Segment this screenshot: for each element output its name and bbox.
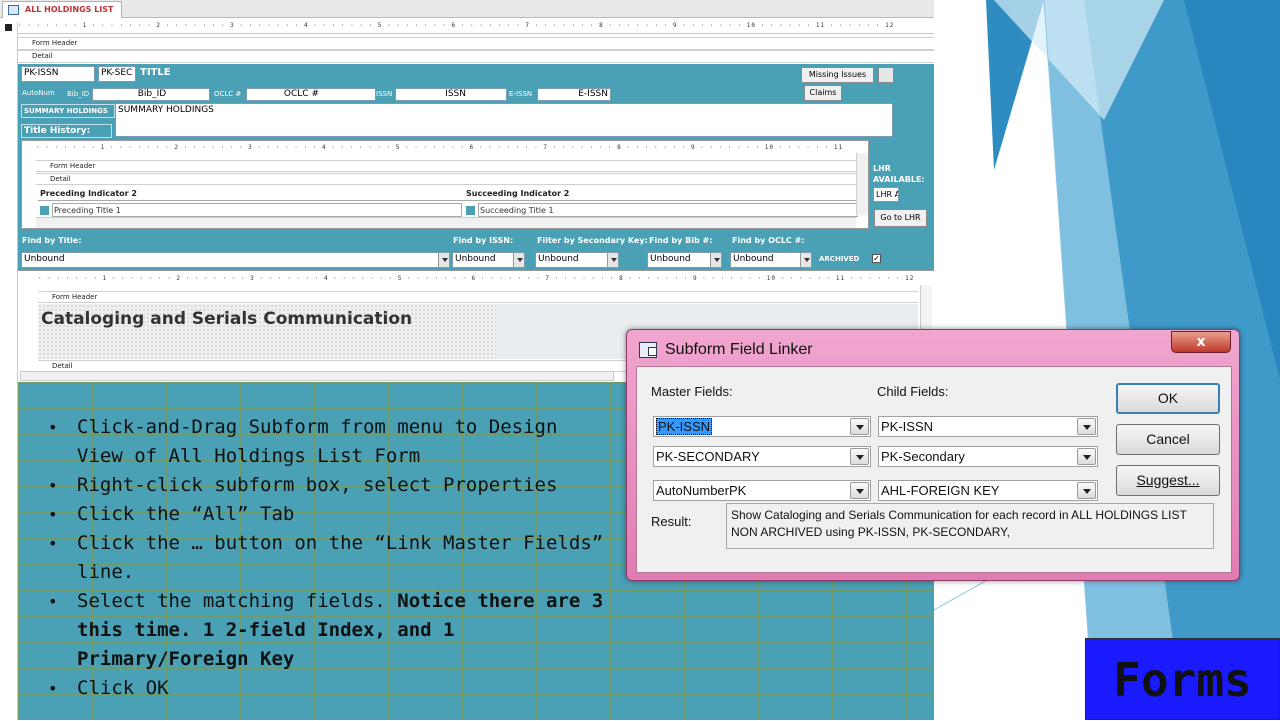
tab-all-holdings-list[interactable]: ALL HOLDINGS LIST <box>2 1 123 18</box>
oclc-field[interactable]: OCLC # <box>246 88 376 101</box>
summary-holdings-label: SUMMARY HOLDINGS <box>21 104 115 118</box>
oclc-label: OCLC # <box>214 90 242 98</box>
claims-button[interactable]: Claims <box>804 85 842 101</box>
master-field-1-combo[interactable]: PK-ISSN <box>653 416 871 437</box>
dialog-body: Master Fields: Child Fields: PK-ISSN PK-… <box>636 366 1232 573</box>
find-by-title-label: Find by Title: <box>22 236 82 245</box>
go-to-lhr-button[interactable]: Go to LHR <box>874 209 927 227</box>
list-item: Click-and-Drag Subform from menu to Desi… <box>48 413 608 471</box>
result-label: Result: <box>651 514 692 529</box>
subform-vertical-scrollbar[interactable] <box>856 153 868 215</box>
dialog-title: Subform Field Linker <box>665 341 813 358</box>
archived-label: ARCHIVED <box>819 255 860 263</box>
form-selector[interactable] <box>5 24 12 31</box>
find-by-title-combo[interactable]: Unbound <box>21 252 450 268</box>
pk-issn-field[interactable]: PK-ISSN <box>21 66 95 82</box>
find-by-bib-label: Find by Bib #: <box>649 236 713 245</box>
horizontal-ruler: · · · · · · · 1 · · · · · · · 2 · · · · … <box>18 22 934 34</box>
list-item: Right-click subform box, select Properti… <box>48 471 608 500</box>
subform-section-header: Form Header <box>36 160 856 172</box>
list-item: Select the matching fields. Notice there… <box>48 587 608 674</box>
chevron-down-icon[interactable] <box>1077 482 1096 499</box>
archived-checkbox[interactable]: ✓ <box>872 254 881 263</box>
chevron-down-icon[interactable] <box>513 253 524 267</box>
missing-issues-button[interactable]: Missing Issues <box>801 67 874 83</box>
instruction-list: Click-and-Drag Subform from menu to Desi… <box>48 413 608 703</box>
indicator-row: Preceding Indicator 2 Succeeding Indicat… <box>38 187 858 201</box>
toggle-box[interactable] <box>878 67 894 83</box>
lhr-available-label: LHR AVAILABLE: <box>873 164 925 184</box>
child-field-1-combo[interactable]: PK-ISSN <box>878 416 1098 437</box>
master-field-3-combo[interactable]: AutoNumberPK <box>653 480 871 501</box>
suggest-button[interactable]: Suggest... <box>1116 465 1220 496</box>
list-item: Click the … button on the “Link Master F… <box>48 529 608 587</box>
dialog-form-icon <box>639 342 657 358</box>
chevron-down-icon[interactable] <box>800 253 811 267</box>
bib-id-field[interactable]: Bib_ID <box>92 88 210 101</box>
chevron-down-icon[interactable] <box>1077 418 1096 435</box>
bib-id-label: Bib_ID <box>67 90 90 98</box>
document-tab-strip: ALL HOLDINGS LIST <box>0 0 934 18</box>
section-form-header[interactable]: Form Header <box>18 37 934 50</box>
forms-badge: Forms <box>1085 638 1280 720</box>
find-by-issn-label: Find by ISSN: <box>453 236 514 245</box>
chevron-down-icon[interactable] <box>710 253 721 267</box>
chevron-down-icon[interactable] <box>1077 448 1096 465</box>
chevron-down-icon[interactable] <box>438 253 449 267</box>
list-item: Click the “All” Tab <box>48 500 608 529</box>
find-by-oclc-label: Find by OCLC #: <box>732 236 805 245</box>
child-field-3-combo[interactable]: AHL-FOREIGN KEY <box>878 480 1098 501</box>
child-fields-label: Child Fields: <box>877 384 949 399</box>
chevron-down-icon[interactable] <box>850 448 869 465</box>
child-field-2-combo[interactable]: PK-Secondary <box>878 446 1098 467</box>
issn-field[interactable]: ISSN <box>395 88 507 101</box>
chevron-down-icon[interactable] <box>850 418 869 435</box>
find-by-bib-combo[interactable]: Unbound <box>647 252 722 268</box>
cataloging-section-header: Form Header <box>38 291 918 303</box>
preceding-indicator-label: Preceding Indicator 2 <box>40 189 137 198</box>
title-history-label: Title History: <box>21 124 112 138</box>
preceding-marker <box>40 206 49 215</box>
succeeding-title-field[interactable]: Succeeding Title 1 <box>478 203 858 217</box>
succeeding-marker <box>466 206 475 215</box>
find-by-issn-combo[interactable]: Unbound <box>452 252 525 268</box>
preceding-title-field[interactable]: Preceding Title 1 <box>52 203 462 217</box>
pk-sec-field[interactable]: PK-SEC <box>98 66 136 82</box>
master-fields-label: Master Fields: <box>651 384 733 399</box>
form-icon <box>8 5 19 15</box>
find-by-oclc-combo[interactable]: Unbound <box>730 252 812 268</box>
filter-secondary-combo[interactable]: Unbound <box>535 252 619 268</box>
chevron-down-icon[interactable] <box>850 482 869 499</box>
title-history-subform[interactable]: · · · · · · · 1 · · · · · · · 2 · · · · … <box>21 140 869 229</box>
cataloging-horizontal-scrollbar[interactable] <box>20 371 614 381</box>
close-button[interactable]: x <box>1171 331 1231 353</box>
summary-holdings-field[interactable]: SUMMARY HOLDINGS <box>115 103 893 137</box>
cataloging-ruler: · · · · · · · 1 · · · · · · · 2 · · · · … <box>38 275 918 285</box>
subform-ruler: · · · · · · · 1 · · · · · · · 2 · · · · … <box>36 144 856 154</box>
eissn-field[interactable]: E-ISSN <box>537 88 611 101</box>
issn-label: ISSN <box>376 90 393 98</box>
title-label: TITLE <box>140 67 171 78</box>
list-item: Click OK <box>48 674 608 703</box>
title-row: Preceding Title 1 Succeeding Title 1 <box>38 203 858 217</box>
autonum-label: AutoNum <box>22 89 55 97</box>
cancel-button[interactable]: Cancel <box>1116 424 1220 455</box>
cataloging-title: Cataloging and Serials Communication <box>41 309 413 329</box>
master-field-2-combo[interactable]: PK-SECONDARY <box>653 446 871 467</box>
section-detail[interactable]: Detail <box>18 50 934 63</box>
subform-section-detail: Detail <box>36 173 856 185</box>
eissn-label: E-ISSN <box>509 90 533 98</box>
chevron-down-icon[interactable] <box>607 253 618 267</box>
subform-horizontal-scrollbar[interactable] <box>36 217 856 228</box>
ok-button[interactable]: OK <box>1116 383 1220 414</box>
subform-field-linker-dialog: Subform Field Linker x Master Fields: Ch… <box>626 329 1240 581</box>
lhr-field[interactable]: LHR A <box>873 187 899 202</box>
succeeding-indicator-label: Succeeding Indicator 2 <box>466 189 570 198</box>
filter-secondary-label: Filter by Secondary Key: <box>537 236 648 245</box>
vertical-ruler <box>0 22 18 720</box>
result-text: Show Cataloging and Serials Communicatio… <box>726 503 1214 549</box>
